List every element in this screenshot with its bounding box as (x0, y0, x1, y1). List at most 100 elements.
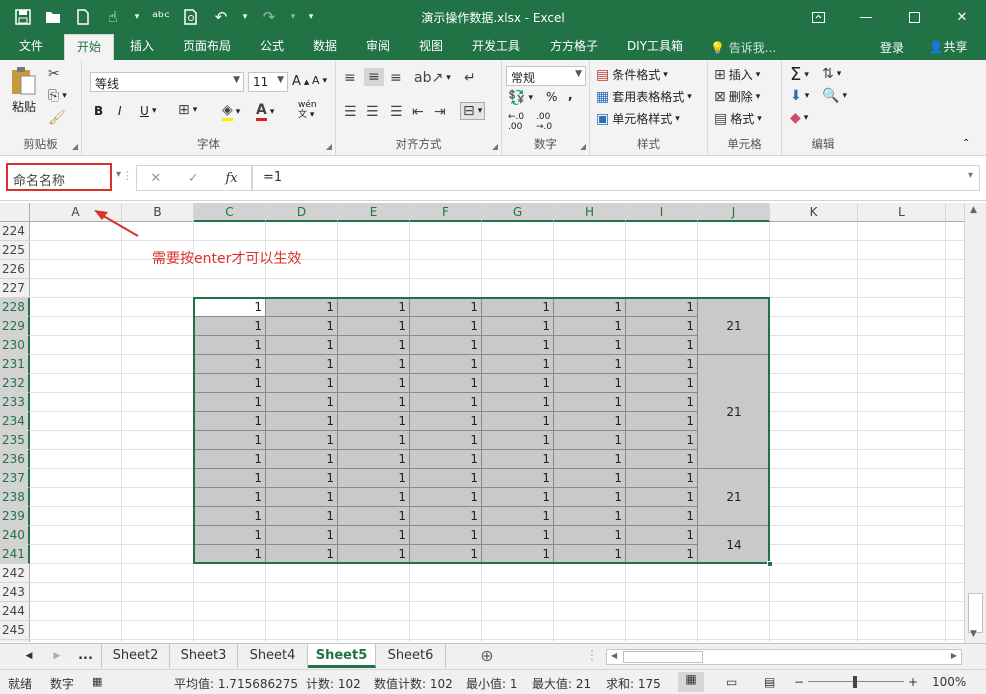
zoom-slider-thumb[interactable] (853, 676, 857, 688)
cell-e235[interactable]: 1 (338, 431, 410, 450)
scroll-up-icon[interactable]: ▲ (970, 205, 977, 215)
decrease-decimal-button[interactable]: .00 →.0 (536, 112, 552, 132)
row-header-238[interactable]: 238 (0, 488, 30, 507)
cell-h230[interactable]: 1 (554, 336, 626, 355)
cell-f231[interactable]: 1 (410, 355, 482, 374)
border-button[interactable]: ⊞ ▾ (178, 102, 197, 118)
cell-d234[interactable]: 1 (266, 412, 338, 431)
row-header-228[interactable]: 228 (0, 298, 30, 317)
cell-i233[interactable]: 1 (626, 393, 698, 412)
cell-g235[interactable]: 1 (482, 431, 554, 450)
cell-e236[interactable]: 1 (338, 450, 410, 469)
tab-formulas[interactable]: 公式 (250, 34, 294, 60)
cell-i239[interactable]: 1 (626, 507, 698, 526)
sheet-tab-sheet6[interactable]: Sheet6 (376, 644, 446, 668)
insert-cells-button[interactable]: ⊞ 插入 ▾ (714, 66, 760, 83)
cell-i228[interactable]: 1 (626, 298, 698, 317)
row-header-239[interactable]: 239 (0, 507, 30, 526)
cell-e234[interactable]: 1 (338, 412, 410, 431)
cell-f238[interactable]: 1 (410, 488, 482, 507)
column-header-i[interactable]: I (626, 203, 698, 222)
dialog-launcher-icon[interactable]: ◢ (492, 142, 498, 151)
cell-c235[interactable]: 1 (194, 431, 266, 450)
cell-e232[interactable]: 1 (338, 374, 410, 393)
cell-i231[interactable]: 1 (626, 355, 698, 374)
bold-button[interactable]: B (94, 104, 103, 118)
phonetic-button[interactable]: wén 文 ▾ (298, 100, 317, 120)
name-box-dropdown[interactable]: ▾ (116, 169, 121, 180)
cell-styles-button[interactable]: ▣ 单元格样式 ▾ (596, 110, 680, 127)
cell-d239[interactable]: 1 (266, 507, 338, 526)
cell-c233[interactable]: 1 (194, 393, 266, 412)
cell-h236[interactable]: 1 (554, 450, 626, 469)
cell-g239[interactable]: 1 (482, 507, 554, 526)
row-header-227[interactable]: 227 (0, 279, 30, 298)
cell-d232[interactable]: 1 (266, 374, 338, 393)
cell-g229[interactable]: 1 (482, 317, 554, 336)
dialog-launcher-icon[interactable]: ◢ (326, 142, 332, 151)
cell-i229[interactable]: 1 (626, 317, 698, 336)
cell-f234[interactable]: 1 (410, 412, 482, 431)
cell-f230[interactable]: 1 (410, 336, 482, 355)
decrease-indent-button[interactable]: ⇤ (412, 104, 424, 120)
grow-font-button[interactable]: A ▴ (292, 74, 309, 89)
formula-input[interactable]: =1 ▾ (252, 165, 980, 191)
column-header-e[interactable]: E (338, 203, 410, 222)
delete-cells-button[interactable]: ⊠ 删除 ▾ (714, 88, 760, 105)
insert-function-icon[interactable]: fx (225, 171, 237, 186)
column-header-c[interactable]: C (194, 203, 266, 222)
cell-f240[interactable]: 1 (410, 526, 482, 545)
underline-dropdown[interactable]: ▾ (152, 106, 157, 116)
cell-h239[interactable]: 1 (554, 507, 626, 526)
cell-d237[interactable]: 1 (266, 469, 338, 488)
row-header-226[interactable]: 226 (0, 260, 30, 279)
tell-me-box[interactable]: 💡 告诉我... (710, 39, 776, 56)
sort-filter-button[interactable]: ⇅ ▾ (822, 66, 841, 82)
cell-e239[interactable]: 1 (338, 507, 410, 526)
cancel-icon[interactable]: ✕ (150, 171, 161, 186)
login-link[interactable]: 登录 (880, 39, 904, 56)
horizontal-scrollbar[interactable]: ◀ ▶ (606, 649, 962, 665)
cell-g236[interactable]: 1 (482, 450, 554, 469)
font-color-button[interactable]: A ▾ (256, 102, 274, 121)
name-box[interactable]: 命名名称 (6, 163, 112, 191)
font-size-select[interactable]: 11 ▼ (248, 72, 288, 92)
conditional-format-button[interactable]: ▤ 条件格式 ▾ (596, 66, 668, 83)
merge-center-button[interactable]: ⊟ ▾ (460, 102, 486, 120)
column-header-l[interactable]: L (858, 203, 946, 222)
collapse-ribbon-icon[interactable]: ⌃ (962, 138, 970, 149)
row-header-243[interactable]: 243 (0, 583, 30, 602)
scroll-down-icon[interactable]: ▼ (970, 629, 977, 639)
copy-button[interactable]: ⎘ ▾ (48, 88, 67, 104)
row-header-231[interactable]: 231 (0, 355, 30, 374)
zoom-level[interactable]: 100% (932, 675, 966, 689)
cell-d228[interactable]: 1 (266, 298, 338, 317)
align-top-button[interactable]: ≡ (344, 70, 356, 86)
column-header-j[interactable]: J (698, 203, 770, 222)
row-header-229[interactable]: 229 (0, 317, 30, 336)
sheet-tab-sheet3[interactable]: Sheet3 (170, 644, 238, 668)
cell-e233[interactable]: 1 (338, 393, 410, 412)
cell-i237[interactable]: 1 (626, 469, 698, 488)
cell-i235[interactable]: 1 (626, 431, 698, 450)
format-cells-button[interactable]: ▤ 格式 ▾ (714, 110, 762, 127)
merged-cell-j[interactable]: 14 (698, 526, 770, 564)
cell-i238[interactable]: 1 (626, 488, 698, 507)
cell-g232[interactable]: 1 (482, 374, 554, 393)
scroll-left-icon[interactable]: ◀ (611, 651, 617, 660)
dialog-launcher-icon[interactable]: ◢ (72, 142, 78, 151)
row-header-225[interactable]: 225 (0, 241, 30, 260)
row-header-241[interactable]: 241 (0, 545, 30, 564)
tab-home[interactable]: 开始 (64, 34, 114, 60)
cell-e237[interactable]: 1 (338, 469, 410, 488)
cell-i234[interactable]: 1 (626, 412, 698, 431)
ribbon-display-icon[interactable] (794, 0, 842, 34)
cell-c232[interactable]: 1 (194, 374, 266, 393)
cell-c230[interactable]: 1 (194, 336, 266, 355)
cell-d231[interactable]: 1 (266, 355, 338, 374)
select-all-corner[interactable] (0, 203, 30, 222)
autosum-button[interactable]: Σ ▾ (790, 64, 809, 85)
splitter-handle[interactable]: ⋮ (122, 169, 133, 182)
tab-file[interactable]: 文件 (8, 34, 54, 60)
row-header-244[interactable]: 244 (0, 602, 30, 621)
